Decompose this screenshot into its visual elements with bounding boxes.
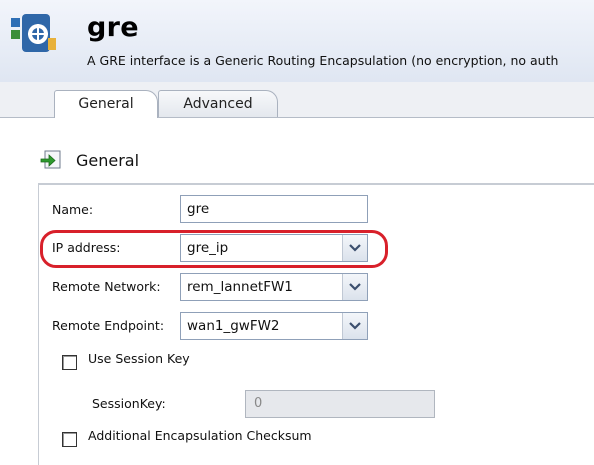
remote-endpoint-select[interactable]: wan1_gwFW2 [180,312,368,340]
section-arrow-icon [40,150,61,169]
section-title: General [76,151,140,170]
session-key-input: 0 [245,390,435,418]
page-header: gre A GRE interface is a Generic Routing… [0,0,594,83]
remote-endpoint-value: wan1_gwFW2 [187,318,280,334]
remote-endpoint-dropdown-arrow[interactable] [342,313,367,339]
chevron-down-icon [349,283,361,291]
ip-address-label: IP address: [52,240,121,255]
ip-address-select[interactable]: gre_ip [180,234,368,262]
tab-general[interactable]: General [54,90,158,118]
additional-checksum-checkbox[interactable] [62,432,77,447]
session-key-label: SessionKey: [92,396,166,411]
use-session-key-label: Use Session Key [88,351,190,366]
ip-address-value: gre_ip [187,240,229,256]
name-input[interactable]: gre [180,195,368,223]
ip-address-dropdown-arrow[interactable] [342,235,367,261]
gre-interface-icon [11,14,56,52]
remote-network-value: rem_lannetFW1 [187,279,293,295]
name-label: Name: [52,202,94,217]
remote-network-dropdown-arrow[interactable] [342,274,367,300]
page-description: A GRE interface is a Generic Routing Enc… [87,53,559,68]
remote-network-select[interactable]: rem_lannetFW1 [180,273,368,301]
chevron-down-icon [349,244,361,252]
remote-endpoint-label: Remote Endpoint: [52,318,165,333]
additional-checksum-label: Additional Encapsulation Checksum [88,428,312,443]
tab-advanced[interactable]: Advanced [158,90,278,117]
use-session-key-checkbox[interactable] [62,355,77,370]
chevron-down-icon [349,322,361,330]
remote-network-label: Remote Network: [52,279,161,294]
page-title: gre [87,12,139,43]
section-divider [38,183,594,185]
form-border [38,185,39,465]
